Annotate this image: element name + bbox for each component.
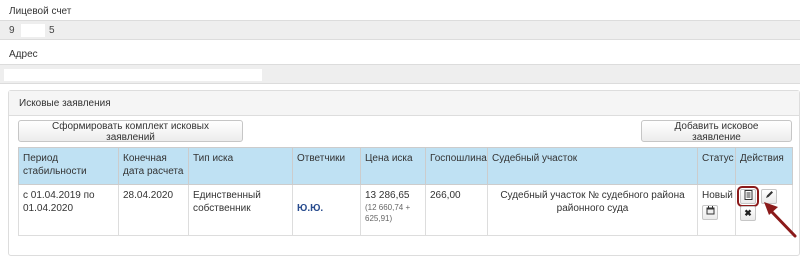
form-claims-package-button[interactable]: Сформировать комплект исковых заявлений	[18, 120, 243, 143]
calendar-icon[interactable]	[702, 205, 718, 220]
table-header-row: Период стабильности Конечная дата расчет…	[18, 147, 793, 185]
document-icon[interactable]	[737, 186, 759, 207]
cell-duty: 266,00	[425, 184, 488, 236]
cell-period: с 01.04.2019 по 01.04.2020	[18, 184, 119, 236]
cell-end-date: 28.04.2020	[118, 184, 189, 236]
col-claim-type[interactable]: Тип иска	[188, 147, 293, 185]
account-value-start: 9	[9, 25, 16, 36]
address-field[interactable]	[0, 64, 800, 84]
col-duty[interactable]: Госпошлина	[425, 147, 488, 185]
redacted-mask	[4, 69, 262, 81]
cell-court: Судебный участок № судебного района райо…	[487, 184, 698, 236]
price-total: 13 286,65	[365, 190, 410, 201]
price-detail: (12 660,74 + 625,91)	[365, 203, 411, 223]
pencil-icon[interactable]	[761, 189, 777, 204]
col-period[interactable]: Период стабильности	[18, 147, 119, 185]
col-end-date[interactable]: Конечная дата расчета	[118, 147, 189, 185]
cell-defendants: Ю.Ю.	[292, 184, 361, 236]
cell-claim-type: Единственный собственник	[188, 184, 293, 236]
col-price[interactable]: Цена иска	[360, 147, 426, 185]
col-defendants[interactable]: Ответчики	[292, 147, 361, 185]
claims-table: Период стабильности Конечная дата расчет…	[18, 147, 793, 236]
cell-status: Новый	[697, 184, 736, 236]
redacted-mask	[21, 24, 45, 37]
account-label: Лицевой счет	[9, 6, 72, 17]
close-icon[interactable]: ✖	[740, 206, 756, 221]
account-value-end: 5	[49, 25, 56, 36]
add-claim-button[interactable]: Добавить исковое заявление	[641, 120, 792, 143]
defendant-link[interactable]: Ю.Ю.	[297, 203, 323, 214]
address-label: Адрес	[9, 49, 38, 60]
status-text: Новый	[702, 190, 733, 201]
col-actions: Действия	[735, 147, 793, 185]
cell-price: 13 286,65 (12 660,74 + 625,91)	[360, 184, 426, 236]
cell-actions: ✖	[735, 184, 793, 236]
account-field[interactable]: 9 5	[0, 20, 800, 40]
col-court[interactable]: Судебный участок	[487, 147, 698, 185]
col-status[interactable]: Статус	[697, 147, 736, 185]
claims-panel-title: Исковые заявления	[9, 91, 799, 116]
table-row[interactable]: с 01.04.2019 по 01.04.2020 28.04.2020 Ед…	[18, 184, 793, 236]
